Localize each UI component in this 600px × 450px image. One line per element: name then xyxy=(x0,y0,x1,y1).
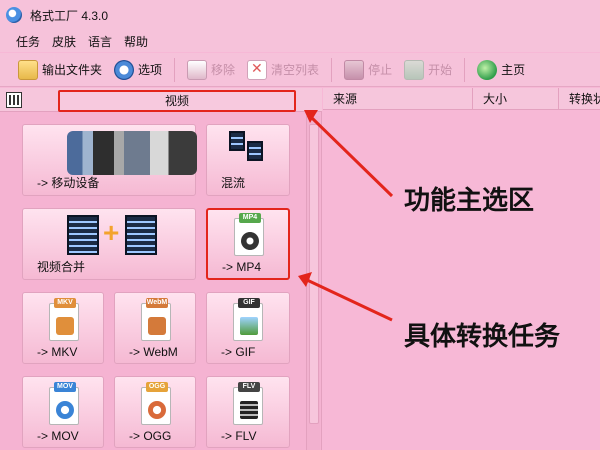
tile-label: -> FLV xyxy=(221,429,257,443)
tile-label: 混流 xyxy=(221,176,246,190)
function-panel-scrollbar[interactable] xyxy=(306,116,320,450)
annotation-task-area: 具体转换任务 xyxy=(404,321,561,351)
remove-button[interactable]: 移除 xyxy=(181,56,241,84)
remove-icon xyxy=(187,59,208,80)
task-list-panel: 来源 大小 转换状 xyxy=(323,88,600,450)
gear-icon xyxy=(114,59,135,80)
clear-list-button[interactable]: 清空列表 xyxy=(241,56,325,84)
video-merge-icon: + xyxy=(67,215,157,255)
task-list-header: 来源 大小 转换状 xyxy=(323,88,600,110)
tile-video-merge[interactable]: + 视频合并 xyxy=(22,208,196,280)
home-button[interactable]: 主页 xyxy=(471,56,531,84)
stop-label: 停止 xyxy=(368,63,393,77)
stop-icon xyxy=(344,59,365,80)
menu-bar: 任务 皮肤 语言 帮助 xyxy=(0,30,600,52)
options-label: 选项 xyxy=(138,63,163,77)
column-source[interactable]: 来源 xyxy=(323,88,473,110)
tile-label: -> MP4 xyxy=(222,260,262,274)
clear-list-icon xyxy=(247,59,268,80)
tile-mobile-device[interactable]: -> 移动设备 xyxy=(22,124,197,196)
tile-label: -> 移动设备 xyxy=(37,176,100,190)
remove-label: 移除 xyxy=(211,63,236,77)
annotation-function-area: 功能主选区 xyxy=(404,185,535,215)
tile-label: 视频合并 xyxy=(37,260,86,274)
menu-item-help[interactable]: 帮助 xyxy=(124,33,148,50)
tile-mix-stream[interactable]: 混流 xyxy=(206,124,290,196)
mobile-devices-icon xyxy=(67,131,197,175)
tile-label: -> MKV xyxy=(37,345,78,359)
video-category-icon[interactable] xyxy=(6,92,22,108)
tile-ogg[interactable]: OGG -> OGG xyxy=(114,376,196,448)
tile-label: -> GIF xyxy=(221,345,256,359)
scrollbar-thumb[interactable] xyxy=(309,124,319,424)
column-status[interactable]: 转换状 xyxy=(559,88,600,110)
menu-item-skin[interactable]: 皮肤 xyxy=(52,33,76,50)
toolbar-divider xyxy=(174,57,176,82)
output-folder-button[interactable]: 输出文件夹 xyxy=(12,56,108,84)
tile-label: -> MOV xyxy=(37,429,79,443)
menu-item-task[interactable]: 任务 xyxy=(16,33,40,50)
app-logo-icon xyxy=(6,7,22,23)
flv-file-icon: FLV xyxy=(233,382,263,425)
tile-mp4[interactable]: MP4 -> MP4 xyxy=(206,208,290,280)
function-panel: 视频 -> 移动设备 混流 + 视频合并 MP4 -> MP4 MKV -> M… xyxy=(0,88,322,450)
tile-label: -> WebM xyxy=(129,345,178,359)
mkv-file-icon: MKV xyxy=(49,298,79,341)
toolbar: 输出文件夹 选项 移除 清空列表 停止 开始 主页 xyxy=(0,53,600,87)
stop-button[interactable]: 停止 xyxy=(338,56,398,84)
tile-label: -> OGG xyxy=(129,429,172,443)
folder-icon xyxy=(18,59,38,80)
tile-mov[interactable]: MOV -> MOV xyxy=(22,376,104,448)
start-label: 开始 xyxy=(428,63,453,77)
tile-flv[interactable]: FLV -> FLV xyxy=(206,376,290,448)
column-size[interactable]: 大小 xyxy=(473,88,559,110)
category-header: 视频 xyxy=(0,88,322,112)
output-folder-label: 输出文件夹 xyxy=(42,63,103,77)
mov-file-icon: MOV xyxy=(49,382,79,425)
ogg-file-icon: OGG xyxy=(141,382,171,425)
toolbar-divider xyxy=(464,57,466,82)
home-globe-icon xyxy=(477,59,498,80)
webm-file-icon: WebM xyxy=(141,298,171,341)
toolbar-divider xyxy=(331,57,333,82)
tile-mkv[interactable]: MKV -> MKV xyxy=(22,292,104,364)
start-button[interactable]: 开始 xyxy=(398,56,458,84)
video-category-tab[interactable]: 视频 xyxy=(58,90,296,112)
window-title: 格式工厂 4.3.0 xyxy=(30,8,109,23)
start-icon xyxy=(404,59,425,80)
gif-file-icon: GIF xyxy=(233,298,263,341)
tile-gif[interactable]: GIF -> GIF xyxy=(206,292,290,364)
tile-webm[interactable]: WebM -> WebM xyxy=(114,292,196,364)
title-bar: 格式工厂 4.3.0 xyxy=(0,0,600,30)
home-label: 主页 xyxy=(501,63,526,77)
clear-list-label: 清空列表 xyxy=(271,63,320,77)
options-button[interactable]: 选项 xyxy=(108,56,168,84)
function-grid: -> 移动设备 混流 + 视频合并 MP4 -> MP4 MKV -> MKV … xyxy=(0,116,322,450)
mp4-file-icon: MP4 xyxy=(234,213,264,256)
menu-item-language[interactable]: 语言 xyxy=(88,33,112,50)
